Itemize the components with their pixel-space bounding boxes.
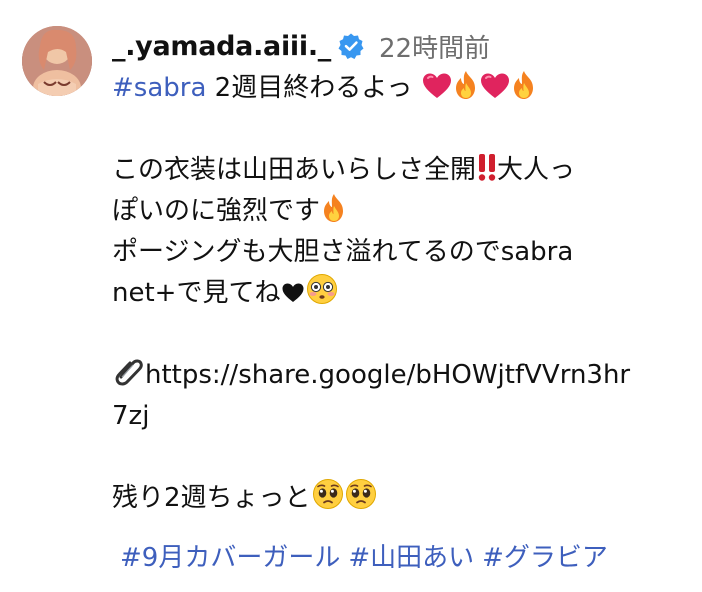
- caption-text: この衣装は山田あいらしさ全開: [112, 155, 477, 185]
- double-exclamation-icon: [477, 152, 497, 182]
- pleading-face-icon: [345, 478, 377, 510]
- caption-line: ぽいのに強烈です: [112, 191, 692, 232]
- hashtag-link[interactable]: #sabra: [112, 73, 206, 103]
- red-heart-icon: [480, 72, 510, 100]
- caption-line: net+で見てね: [112, 273, 692, 314]
- caption-link-line: 7zj: [112, 396, 692, 437]
- post-content: _.yamada.aiii._ 22時間前 #sabra 2週目終わるよっ この…: [112, 24, 692, 519]
- username[interactable]: _.yamada.aiii._: [112, 31, 331, 62]
- hashtag-link[interactable]: #山田あい: [348, 543, 474, 573]
- hashtag-link[interactable]: #グラビア: [482, 543, 608, 573]
- avatar-image: [22, 26, 92, 96]
- fire-icon: [511, 70, 537, 100]
- caption-line: 残り2週ちょっと: [112, 478, 692, 519]
- paperclip-icon: [113, 355, 145, 387]
- caption-text: 残り2週ちょっと: [112, 483, 311, 513]
- fire-icon: [321, 193, 347, 223]
- flushed-face-icon: [306, 273, 338, 305]
- post-container: _.yamada.aiii._ 22時間前 #sabra 2週目終わるよっ この…: [0, 0, 702, 592]
- pleading-face-icon: [312, 478, 344, 510]
- post-timestamp: 22時間前: [378, 33, 491, 64]
- avatar[interactable]: [22, 26, 92, 96]
- caption-text: net+で見てね: [112, 278, 281, 308]
- post-caption: #sabra 2週目終わるよっ この衣装は山田あいらしさ全開 大人っ ぽいのに強…: [112, 68, 692, 519]
- caption-line: #sabra 2週目終わるよっ: [112, 68, 692, 109]
- hashtag-row: #9月カバーガール #山田あい #グラビア: [120, 538, 616, 578]
- fire-icon: [453, 70, 479, 100]
- hashtag-link[interactable]: #9月カバーガール: [120, 543, 340, 573]
- caption-text: ぽいのに強烈です: [112, 196, 321, 226]
- caption-text: 2週目終わるよっ: [206, 73, 413, 103]
- black-heart-suit-icon: [281, 281, 305, 305]
- caption-line: ポージングも大胆さ溢れてるのでsabra: [112, 232, 692, 273]
- post-header: _.yamada.aiii._ 22時間前: [112, 24, 692, 68]
- caption-line: この衣装は山田あいらしさ全開 大人っ: [112, 150, 692, 191]
- verified-badge-icon: [337, 32, 365, 60]
- red-heart-icon: [422, 72, 452, 100]
- caption-link-line: https://share.google/bHOWjtfVVrn3hr: [112, 355, 692, 396]
- external-link-continuation[interactable]: 7zj: [112, 401, 149, 431]
- caption-text: ポージングも大胆さ溢れてるのでsabra: [112, 237, 574, 267]
- caption-text: 大人っ: [497, 155, 576, 185]
- external-link[interactable]: https://share.google/bHOWjtfVVrn3hr: [145, 360, 630, 390]
